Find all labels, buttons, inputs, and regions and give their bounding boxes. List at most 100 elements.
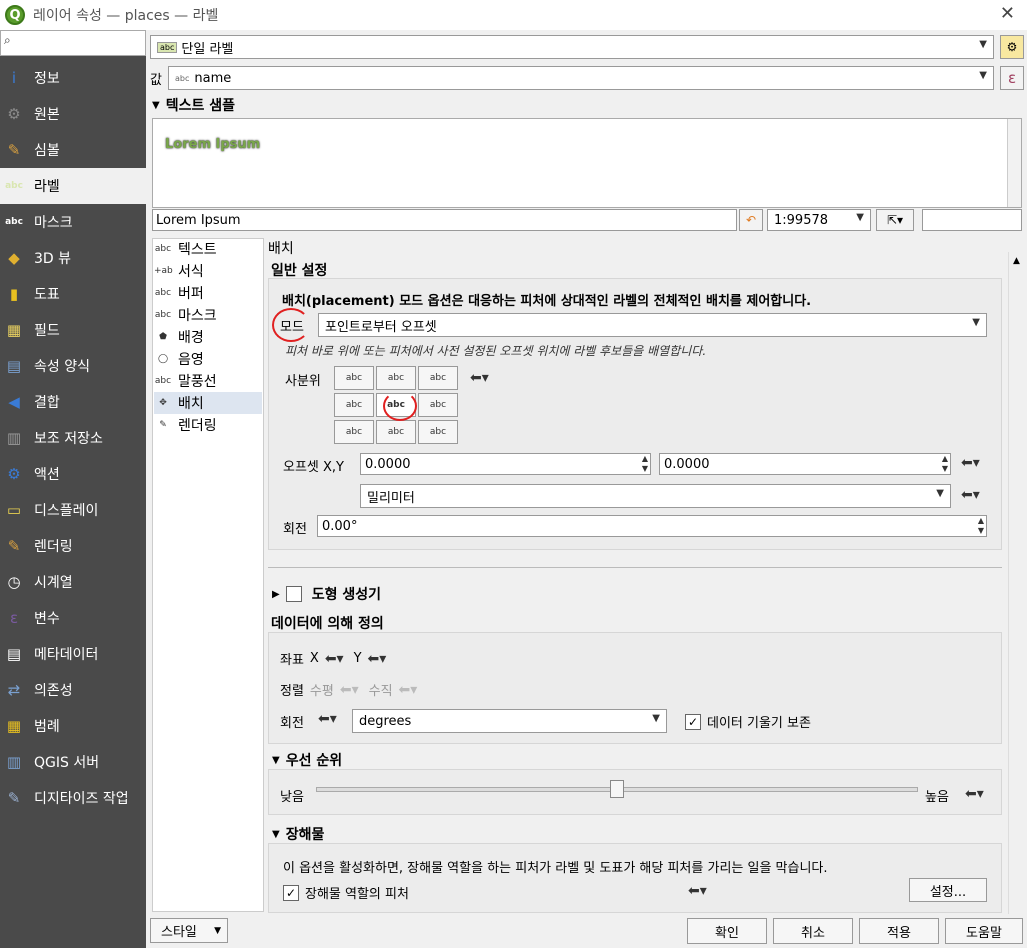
sidebar-item-label: 마스크 [34,215,73,231]
data-defined-override-icon[interactable]: ⬅▾ [318,711,337,727]
rotation-unit-select[interactable]: degrees ▼ [352,709,667,733]
sidebar-item[interactable]: ▤ 메타데이터 [0,636,146,672]
nav-item[interactable]: ⬟ 배경 [154,326,262,348]
formatting-icon: +ab [154,266,173,276]
paint-icon: ⚙ [1006,40,1018,54]
quadrant-button[interactable]: abc [418,393,458,417]
data-defined-override-icon[interactable]: ⬅▾ [325,651,344,667]
sidebar-item-label: 원본 [34,107,60,123]
style-menu-button[interactable]: 스타일 ▼ [150,918,228,943]
sidebar-item[interactable]: abc 라벨 [0,168,146,204]
obstacles-header[interactable]: ▼ 장해물 [272,824,324,844]
sidebar-item[interactable]: ▤ 속성 양식 [0,348,146,384]
sidebar-item[interactable]: ⇄ 의존성 [0,672,146,708]
sidebar-item-label: 의존성 [34,683,73,699]
nav-item[interactable]: ✥ 배치 [154,392,262,414]
buffer-icon: abc [154,288,172,298]
map-pick-scale-button[interactable]: ⇱▾ [876,209,914,231]
sidebar-item[interactable]: ▦ 범례 [0,708,146,744]
text-icon: abc [154,244,172,254]
scale-select[interactable]: 1:99578 ▼ [767,209,871,231]
expression-button[interactable]: ε [1000,66,1024,90]
data-defined-override-icon[interactable]: ⬅▾ [961,487,980,503]
cursor-icon: ⇱▾ [886,213,904,227]
sample-text-input[interactable]: Lorem Ipsum [152,209,737,231]
placement-icon: ✥ [159,398,167,408]
preserve-rotation-row[interactable]: ✓ 데이터 기울기 보존 [685,712,811,731]
obstacle-settings-button[interactable]: 설정... [909,878,987,902]
panel-scrollbar[interactable]: ▲ [1008,252,1026,914]
quadrant-button[interactable]: abc [376,420,416,444]
data-defined-override-icon: ⬅▾ [398,681,418,698]
mode-hint: 피처 바로 위에 또는 피처에서 사전 설정된 오프셋 위치에 라벨 후보들을 … [285,344,707,358]
qgis-logo-icon: Q [5,5,25,25]
background-color-button[interactable] [922,209,1022,231]
rotation-spinbox[interactable]: 0.00° ▲ ▼ [317,515,987,537]
preserve-rotation-checkbox[interactable]: ✓ [685,713,701,730]
data-defined-override-icon[interactable]: ⬅▾ [688,883,707,899]
preview-scrollbar[interactable] [1007,119,1021,207]
sidebar-search-input[interactable]: ⌕ [0,30,146,56]
sidebar-item[interactable]: ✎ 디지타이즈 작업 [0,780,146,816]
quadrant-button[interactable]: abc [334,366,374,390]
sidebar-item[interactable]: ▥ QGIS 서버 [0,744,146,780]
sidebar-item[interactable]: ▮ 도표 [0,276,146,312]
sidebar-item[interactable]: ◆ 3D 뷰 [0,240,146,276]
data-defined-override-icon[interactable]: ⬅▾ [368,651,387,667]
text-sample-header[interactable]: ▼ 텍스트 샘플 [152,95,235,115]
close-icon[interactable]: ✕ [1000,3,1015,24]
quadrant-button[interactable]: abc [418,366,458,390]
reset-icon[interactable]: ↶ [739,209,763,231]
quadrant-button[interactable]: abc [334,420,374,444]
quadrant-button[interactable]: abc [418,420,458,444]
sidebar-item[interactable]: ⚙ 액션 [0,456,146,492]
chevron-down-icon: ▼ [979,70,987,81]
geometry-generator-header[interactable]: ▶ 도형 생성기 [272,584,381,604]
geometry-generator-checkbox[interactable] [285,586,302,602]
offset-unit-select[interactable]: 밀리미터 ▼ [360,484,951,508]
nav-item-label: 배치 [178,396,204,412]
help-button[interactable]: 도움말 [945,918,1023,944]
apply-button[interactable]: 적용 [859,918,939,944]
label-mode-select[interactable]: abc 단일 라벨 ▼ [150,35,994,59]
nav-item[interactable]: abc 텍스트 [154,238,262,260]
nav-item-label: 렌더링 [178,418,217,434]
background-icon: ⬟ [159,332,167,342]
obstacles-description: 이 옵션을 활성화하면, 장해물 역할을 하는 피처가 라벨 및 도표가 해당 … [283,861,828,876]
sidebar-item[interactable]: ⚙ 원본 [0,96,146,132]
auxiliary-storage-icon: ▥ [6,429,22,447]
sidebar-item[interactable]: ▭ 디스플레이 [0,492,146,528]
sidebar-item[interactable]: ◀ 결합 [0,384,146,420]
value-field-select[interactable]: abc name ▼ [168,66,994,90]
offset-y-spinbox[interactable]: 0.0000 ▲ ▼ [659,453,951,475]
placement-mode-select[interactable]: 포인트로부터 오프셋 ▼ [318,313,987,337]
style-manager-button[interactable]: ⚙ [1000,35,1024,59]
data-defined-override-icon[interactable]: ⬅▾ [965,786,984,802]
cancel-button[interactable]: 취소 [773,918,853,944]
quadrant-button[interactable]: abc [334,393,374,417]
data-defined-override-icon[interactable]: ⬅▾ [470,370,489,386]
nav-item[interactable]: abc 마스크 [154,304,262,326]
sidebar-item[interactable]: ▥ 보조 저장소 [0,420,146,456]
sidebar-item[interactable]: abc 마스크 [0,204,146,240]
nav-item[interactable]: +ab 서식 [154,260,262,282]
offset-x-spinbox[interactable]: 0.0000 ▲ ▼ [360,453,651,475]
sidebar-item[interactable]: ◷ 시계열 [0,564,146,600]
nav-item[interactable]: ◯ 음영 [154,348,262,370]
data-defined-override-icon[interactable]: ⬅▾ [961,455,980,471]
nav-item[interactable]: ✎ 렌더링 [154,414,262,436]
nav-item[interactable]: abc 말풍선 [154,370,262,392]
sidebar-item[interactable]: i 정보 [0,60,146,96]
obstacle-checkbox[interactable]: ✓ [283,884,299,901]
obstacle-row[interactable]: ✓ 장해물 역할의 피처 [283,883,409,902]
ok-button[interactable]: 확인 [687,918,767,944]
nav-item[interactable]: abc 버퍼 [154,282,262,304]
sidebar-item[interactable]: ✎ 심볼 [0,132,146,168]
sidebar-item[interactable]: ε 변수 [0,600,146,636]
priority-slider-handle[interactable] [610,780,624,798]
priority-header[interactable]: ▼ 우선 순위 [272,750,342,770]
quadrant-button[interactable]: abc [376,366,416,390]
mask-icon: abc [5,217,23,227]
sidebar-item[interactable]: ▦ 필드 [0,312,146,348]
sidebar-item[interactable]: ✎ 렌더링 [0,528,146,564]
